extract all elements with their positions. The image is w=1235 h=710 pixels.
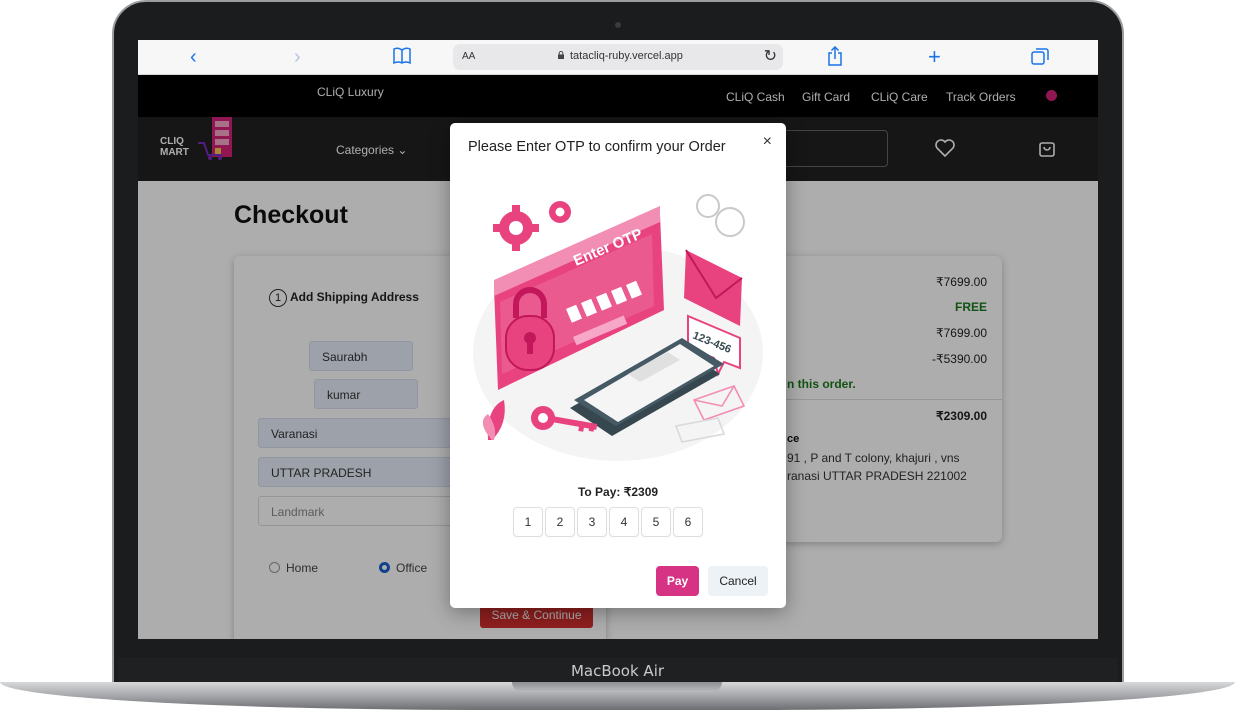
outline-gear-icon [696,194,745,237]
laptop-screen: ‹ › AA tatacliq-ruby.vercel.app ↻ + CLiQ… [138,40,1098,639]
close-icon[interactable]: × [763,133,772,151]
otp-digit-2[interactable]: 2 [545,507,575,537]
gear-icon [493,201,571,251]
otp-digit-4[interactable]: 4 [609,507,639,537]
cancel-button[interactable]: Cancel [708,566,768,596]
pay-button[interactable]: Pay [656,566,699,596]
address-bar[interactable]: AA tatacliq-ruby.vercel.app ↻ [453,44,783,70]
url-text: tatacliq-ruby.vercel.app [570,50,683,62]
reader-aa-button[interactable]: AA [462,51,475,62]
otp-modal: Please Enter OTP to confirm your Order × [450,123,786,608]
chevron-right-icon[interactable]: › [294,45,301,69]
screenshot-stage: MacBook Air ‹ › AA tatacliq-ruby.vercel.… [0,0,1235,710]
lock-icon [558,51,564,59]
modal-title: Please Enter OTP to confirm your Order [468,139,726,155]
otp-digit-5[interactable]: 5 [641,507,671,537]
otp-digit-6[interactable]: 6 [673,507,703,537]
browser-toolbar: ‹ › AA tatacliq-ruby.vercel.app ↻ + [138,40,1098,75]
otp-illustration: Enter OTP 123-456 [473,194,763,461]
otp-input-group: 123456 [513,507,705,537]
otp-digit-1[interactable]: 1 [513,507,543,537]
to-pay-amount: To Pay: ₹2309 [577,485,659,499]
otp-digit-3[interactable]: 3 [577,507,607,537]
camera-dot [615,22,621,28]
tabs-icon[interactable] [1031,48,1049,66]
reload-icon[interactable]: ↻ [764,46,777,66]
chevron-left-icon[interactable]: ‹ [190,45,197,69]
book-icon[interactable] [392,47,412,65]
laptop-model-label: MacBook Air [570,662,665,680]
plus-icon[interactable]: + [928,45,941,69]
share-icon[interactable] [827,46,843,66]
laptop-hinge-notch [512,682,722,692]
